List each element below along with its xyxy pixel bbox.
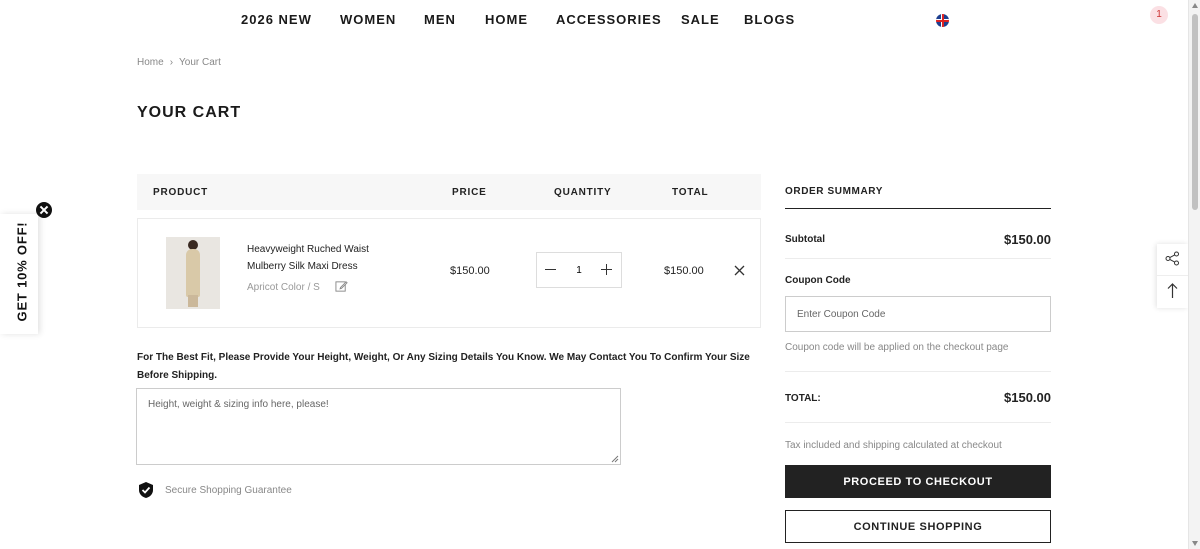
coupon-code-input[interactable] [785, 296, 1051, 332]
tax-note: Tax included and shipping calculated at … [785, 440, 1002, 451]
share-icon[interactable] [1165, 251, 1180, 266]
proceed-to-checkout-button[interactable]: PROCEED TO CHECKOUT [785, 465, 1051, 498]
promo-label[interactable]: GET 10% OFF! [15, 212, 30, 332]
shield-check-icon [139, 482, 153, 498]
header-product: PRODUCT [153, 187, 209, 198]
breadcrumb: Home › Your Cart [137, 57, 221, 68]
product-variant: Apricot Color / S [247, 282, 320, 293]
item-price: $150.00 [450, 265, 490, 277]
scroll-up-arrow-icon[interactable] [1192, 3, 1198, 8]
nav-item-sale[interactable]: SALE [681, 12, 720, 27]
top-navigation: 2026 NEW WOMEN MEN HOME ACCESSORIES SALE… [0, 0, 1188, 40]
quantity-decrease-button[interactable] [537, 253, 565, 287]
product-name-line2[interactable]: Mulberry Silk Maxi Dress [247, 258, 407, 275]
secure-shopping-text: Secure Shopping Guarantee [165, 485, 292, 496]
nav-item-blogs[interactable]: BLOGS [744, 12, 795, 27]
subtotal-value: $150.00 [1004, 232, 1051, 247]
cart-table-header: PRODUCT PRICE QUANTITY TOTAL [137, 174, 761, 210]
nav-item-women[interactable]: WOMEN [340, 12, 396, 27]
nav-item-home[interactable]: HOME [485, 12, 528, 27]
scrollbar-thumb[interactable] [1192, 14, 1198, 210]
subtotal-label: Subtotal [785, 234, 825, 245]
resize-grip-icon[interactable] [611, 455, 619, 463]
coupon-note: Coupon code will be applied on the check… [785, 342, 1009, 353]
product-name-line1[interactable]: Heavyweight Ruched Waist [247, 241, 407, 258]
close-icon[interactable] [36, 202, 52, 218]
floating-tools [1157, 244, 1188, 308]
summary-divider [785, 258, 1051, 259]
cart-count-badge[interactable]: 1 [1150, 6, 1168, 24]
sizing-instructions: For The Best Fit, Please Provide Your He… [137, 352, 750, 381]
chevron-right-icon: › [169, 57, 174, 68]
page-title: YOUR CART [137, 104, 242, 121]
order-summary-title: ORDER SUMMARY [785, 186, 883, 197]
nav-item-2026-new[interactable]: 2026 NEW [241, 12, 312, 27]
remove-item-icon[interactable] [734, 265, 745, 276]
quantity-input[interactable] [565, 253, 593, 287]
summary-divider [785, 208, 1051, 209]
coupon-label: Coupon Code [785, 275, 851, 286]
product-thumbnail[interactable] [166, 237, 220, 309]
sizing-info-textarea[interactable] [136, 388, 621, 465]
header-price: PRICE [452, 187, 487, 198]
breadcrumb-current: Your Cart [179, 57, 221, 68]
uk-flag-icon[interactable] [936, 14, 949, 27]
header-quantity: QUANTITY [554, 187, 612, 198]
scroll-down-arrow-icon[interactable] [1192, 541, 1198, 546]
nav-item-accessories[interactable]: ACCESSORIES [556, 12, 662, 27]
total-label: TOTAL: [785, 393, 821, 404]
arrow-up-icon[interactable] [1166, 282, 1179, 299]
quantity-increase-button[interactable] [593, 253, 621, 287]
product-name[interactable]: Heavyweight Ruched Waist Mulberry Silk M… [247, 241, 407, 275]
summary-divider [785, 371, 1051, 372]
edit-icon[interactable] [335, 280, 348, 293]
item-total: $150.00 [664, 265, 704, 277]
page-scrollbar[interactable] [1188, 0, 1200, 549]
summary-divider [785, 422, 1051, 423]
header-total: TOTAL [672, 187, 709, 198]
cart-item-row: Heavyweight Ruched Waist Mulberry Silk M… [137, 218, 761, 328]
total-value: $150.00 [1004, 390, 1051, 405]
continue-shopping-button[interactable]: CONTINUE SHOPPING [785, 510, 1051, 543]
tools-divider [1157, 275, 1188, 276]
quantity-stepper [536, 252, 622, 288]
nav-item-men[interactable]: MEN [424, 12, 456, 27]
breadcrumb-home-link[interactable]: Home [137, 57, 164, 68]
discount-promo-tab[interactable]: GET 10% OFF! [0, 214, 38, 334]
